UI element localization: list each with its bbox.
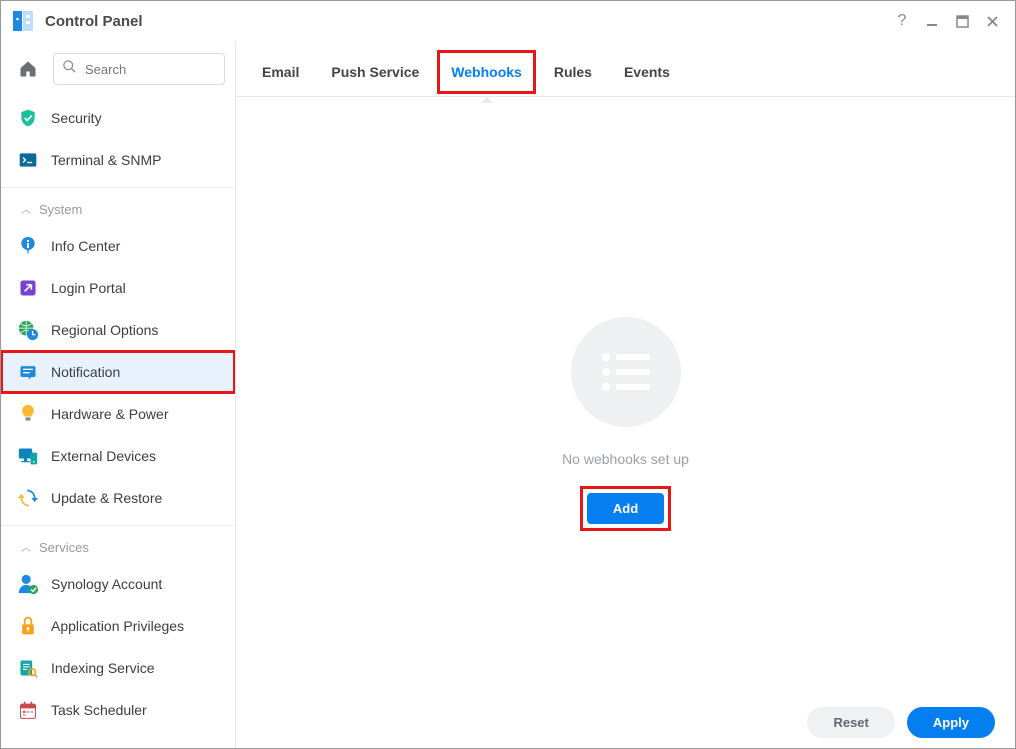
sidebar-scroll[interactable]: Security Terminal & SNMP ︿ System [1, 97, 235, 748]
tab-webhooks[interactable]: Webhooks [449, 60, 524, 84]
sync-icon [17, 487, 39, 509]
index-search-icon [17, 657, 39, 679]
chevron-up-icon: ︿ [21, 201, 31, 216]
account-icon [17, 573, 39, 595]
sidebar-item-regional-options[interactable]: Regional Options [1, 309, 235, 351]
group-header-label: System [39, 202, 82, 217]
sidebar-item-task-scheduler[interactable]: Task Scheduler [1, 689, 235, 731]
window: Control Panel ? [0, 0, 1016, 749]
calendar-icon [17, 699, 39, 721]
empty-list-icon [571, 317, 681, 427]
sidebar: Security Terminal & SNMP ︿ System [1, 41, 236, 748]
apply-button[interactable]: Apply [907, 707, 995, 738]
maximize-button[interactable] [947, 6, 977, 36]
main-panel: Email Push Service Webhooks Rules Events [236, 41, 1015, 748]
add-button[interactable]: Add [587, 493, 664, 524]
tab-push-service[interactable]: Push Service [329, 60, 421, 84]
minimize-button[interactable] [917, 6, 947, 36]
sidebar-item-label: External Devices [51, 448, 156, 464]
sidebar-item-label: Info Center [51, 238, 120, 254]
group-header-services[interactable]: ︿ Services [1, 532, 235, 563]
chevron-up-icon: ︿ [21, 539, 31, 554]
highlight-marker [437, 50, 536, 94]
login-portal-icon [17, 277, 39, 299]
sidebar-item-label: Indexing Service [51, 660, 155, 676]
notification-icon [17, 361, 39, 383]
bulb-icon [17, 403, 39, 425]
sidebar-item-label: Notification [51, 364, 120, 380]
help-button[interactable]: ? [887, 6, 917, 36]
lock-icon [17, 615, 39, 637]
sidebar-item-label: Task Scheduler [51, 702, 147, 718]
sidebar-item-update-restore[interactable]: Update & Restore [1, 477, 235, 519]
search-input[interactable] [83, 61, 216, 78]
sidebar-item-label: Hardware & Power [51, 406, 169, 422]
sidebar-item-label: Terminal & SNMP [51, 152, 161, 168]
sidebar-item-label: Update & Restore [51, 490, 162, 506]
sidebar-item-notification[interactable]: Notification [1, 351, 235, 393]
sidebar-item-login-portal[interactable]: Login Portal [1, 267, 235, 309]
sidebar-item-security[interactable]: Security [1, 97, 235, 139]
sidebar-item-hardware-power[interactable]: Hardware & Power [1, 393, 235, 435]
empty-message: No webhooks set up [562, 451, 689, 467]
sidebar-item-indexing-service[interactable]: Indexing Service [1, 647, 235, 689]
sidebar-item-application-privileges[interactable]: Application Privileges [1, 605, 235, 647]
highlight-marker: Add [583, 489, 668, 528]
search-field[interactable] [53, 53, 225, 85]
devices-icon [17, 445, 39, 467]
content-area: No webhooks set up Add [236, 97, 1015, 748]
tab-rules[interactable]: Rules [552, 60, 594, 84]
home-button[interactable] [13, 54, 43, 84]
tab-email[interactable]: Email [260, 60, 301, 84]
app-icon [11, 9, 35, 33]
close-button[interactable] [977, 6, 1007, 36]
search-icon [62, 59, 77, 79]
group-header-system[interactable]: ︿ System [1, 194, 235, 225]
tab-events[interactable]: Events [622, 60, 672, 84]
terminal-icon [17, 149, 39, 171]
sidebar-item-label: Regional Options [51, 322, 158, 338]
sidebar-item-label: Synology Account [51, 576, 162, 592]
sidebar-item-terminal-snmp[interactable]: Terminal & SNMP [1, 139, 235, 181]
footer: Reset Apply [807, 707, 995, 738]
sidebar-item-label: Application Privileges [51, 618, 184, 634]
sidebar-item-synology-account[interactable]: Synology Account [1, 563, 235, 605]
group-header-label: Services [39, 540, 89, 555]
shield-icon [17, 107, 39, 129]
globe-clock-icon [17, 319, 39, 341]
titlebar: Control Panel ? [1, 1, 1015, 41]
sidebar-item-info-center[interactable]: Info Center [1, 225, 235, 267]
tabs: Email Push Service Webhooks Rules Events [236, 47, 1015, 97]
info-icon [17, 235, 39, 257]
sidebar-item-label: Security [51, 110, 102, 126]
window-title: Control Panel [45, 13, 887, 30]
active-indicator [481, 97, 493, 103]
reset-button[interactable]: Reset [807, 707, 894, 738]
sidebar-item-external-devices[interactable]: External Devices [1, 435, 235, 477]
sidebar-item-label: Login Portal [51, 280, 126, 296]
